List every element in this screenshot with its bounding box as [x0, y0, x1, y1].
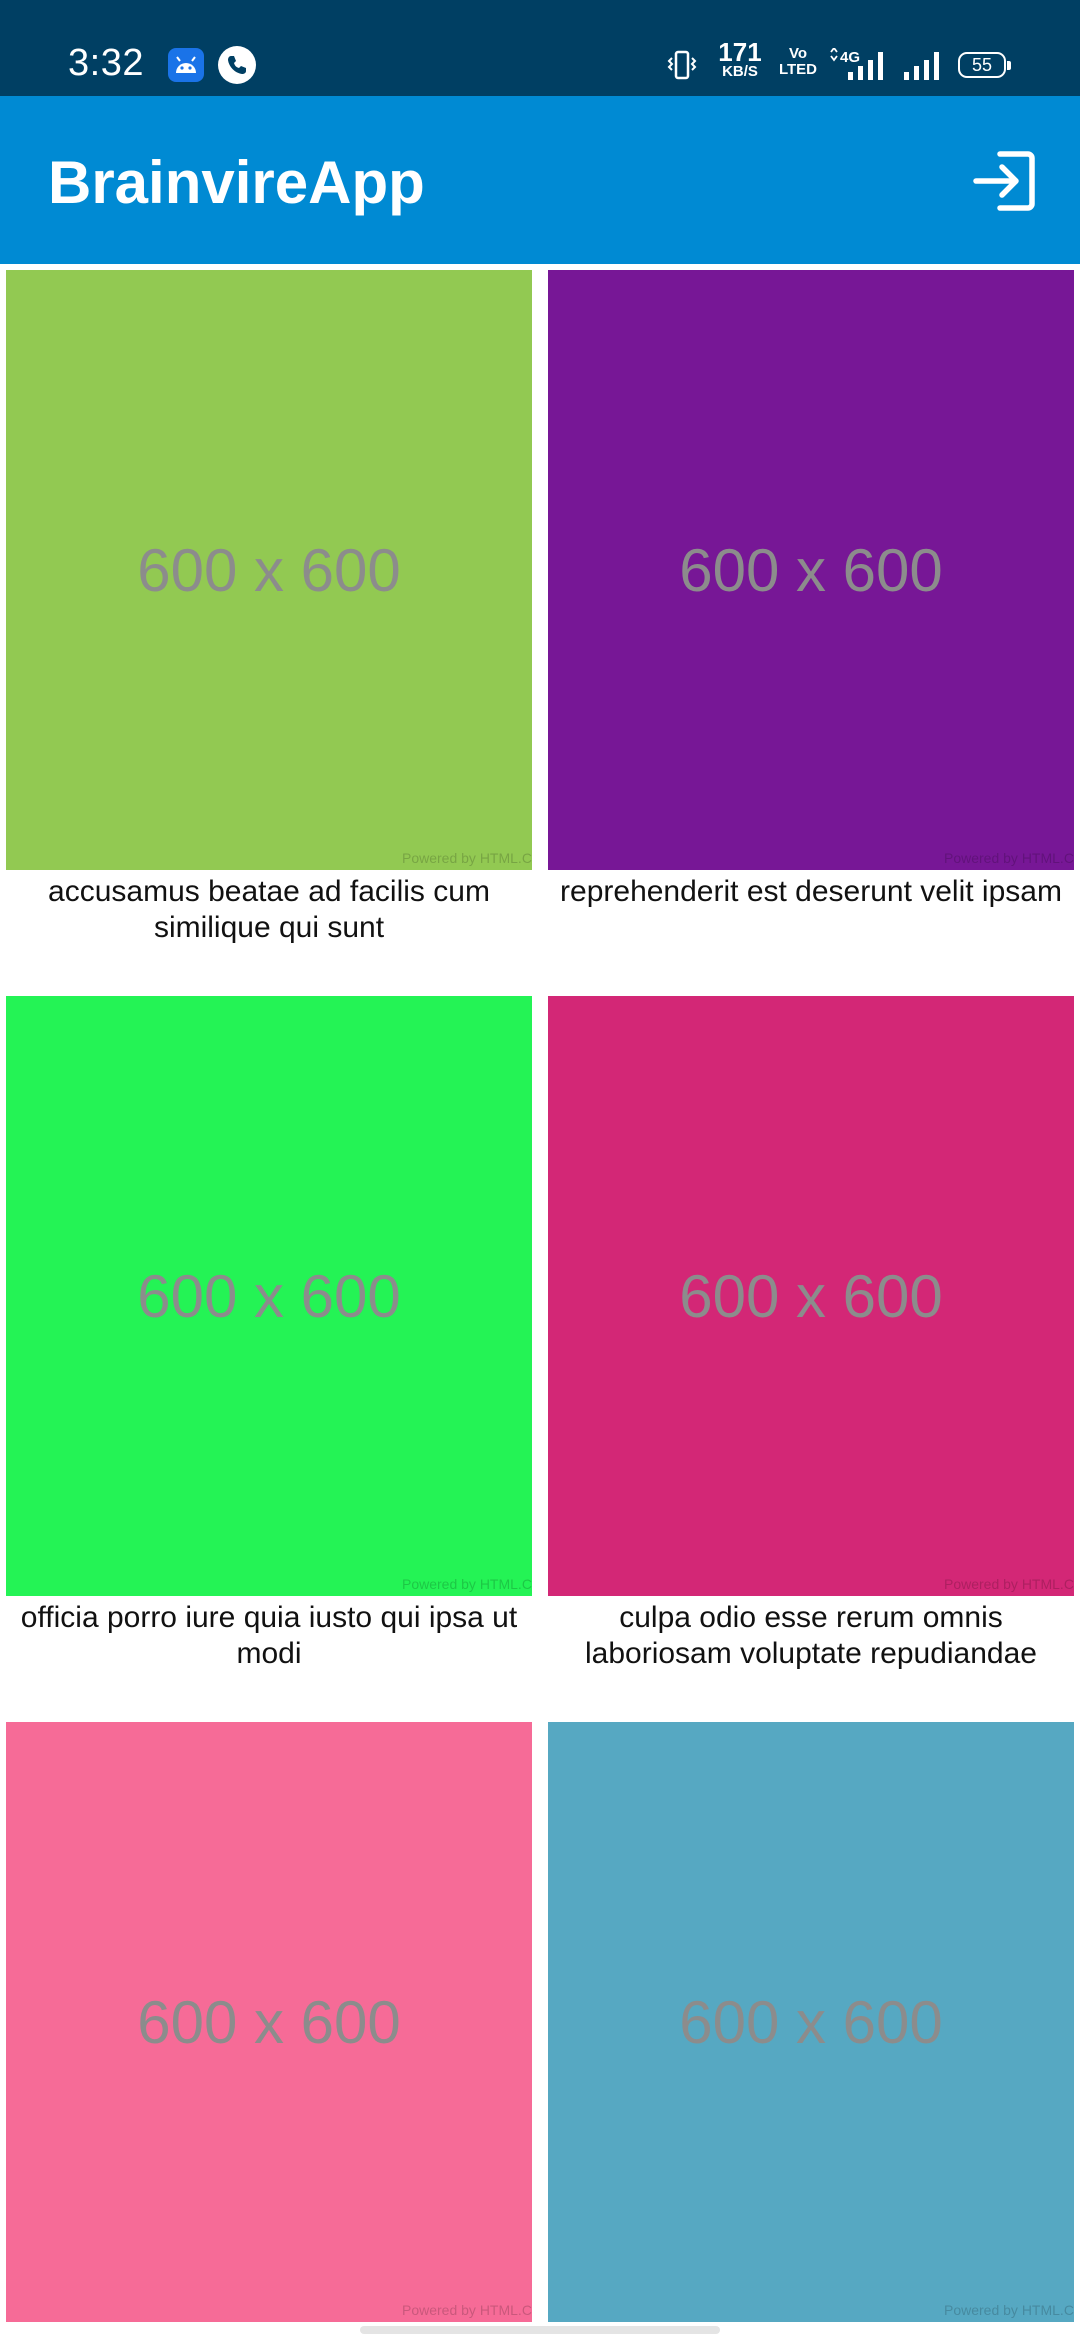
card-caption: reprehenderit est deserunt velit ipsam [560, 875, 1062, 908]
battery-level: 55 [971, 55, 993, 75]
status-time: 3:32 [68, 42, 144, 84]
card-thumbnail[interactable]: 600 x 600 Powered by HTML.C [6, 996, 532, 1596]
app-bar: BrainvireApp [0, 96, 1080, 264]
thumbnail-size-label: 600 x 600 [679, 1262, 943, 1330]
card-thumbnail[interactable]: 600 x 600 Powered by HTML.C [548, 270, 1074, 870]
thumbnail-watermark: Powered by HTML.C [944, 2302, 1074, 2318]
logout-button[interactable] [972, 148, 1038, 214]
signal-icon [904, 52, 939, 80]
thumbnail-watermark: Powered by HTML.C [402, 1576, 532, 1592]
card-thumbnail[interactable]: 600 x 600 Powered by HTML.C [548, 996, 1074, 1596]
battery-icon: 55 [958, 52, 1011, 78]
card-thumbnail[interactable]: 600 x 600 Powered by HTML.C [6, 270, 532, 870]
scroll-indicator [360, 2326, 720, 2334]
thumbnail-watermark: Powered by HTML.C [402, 850, 532, 866]
network-speed: 171 KB/S [718, 37, 762, 80]
app-title: BrainvireApp [48, 149, 425, 216]
network-type-label: 4G [840, 49, 860, 66]
signal-4g-icon: 4G [830, 48, 883, 80]
thumbnail-size-label: 600 x 600 [137, 536, 401, 604]
volte-indicator: Vo LTED [778, 46, 818, 78]
thumbnail-size-label: 600 x 600 [679, 536, 943, 604]
thumbnail-size-label: 600 x 600 [679, 1988, 943, 2056]
card-thumbnail[interactable]: 600 x 600 Powered by HTML.C [6, 1722, 532, 2322]
thumbnail-watermark: Powered by HTML.C [402, 2302, 532, 2318]
network-speed-value: 171 [718, 37, 762, 67]
vibrate-icon [667, 50, 697, 80]
thumbnail-size-label: 600 x 600 [137, 1988, 401, 2056]
card-caption: culpa odio esse rerum omnis laboriosam v… [585, 1601, 1037, 1670]
thumbnail-size-label: 600 x 600 [137, 1262, 401, 1330]
android-notification-icon [168, 48, 204, 82]
card-thumbnail[interactable]: 600 x 600 Powered by HTML.C [548, 1722, 1074, 2322]
phone-call-icon [218, 46, 256, 84]
status-bar: 3:32 171 KB/S Vo LTED 4G 55 [0, 0, 1080, 96]
thumbnail-watermark: Powered by HTML.C [944, 1576, 1074, 1592]
network-speed-unit: KB/S [722, 63, 758, 80]
card-caption: officia porro iure quia iusto qui ipsa u… [20, 1601, 518, 1670]
card-caption: accusamus beatae ad facilis cum similiqu… [48, 875, 490, 944]
thumbnail-watermark: Powered by HTML.C [944, 850, 1074, 866]
volte-line2: LTED [778, 61, 818, 78]
logout-icon [973, 151, 1035, 211]
volte-line1: Vo [788, 45, 808, 62]
